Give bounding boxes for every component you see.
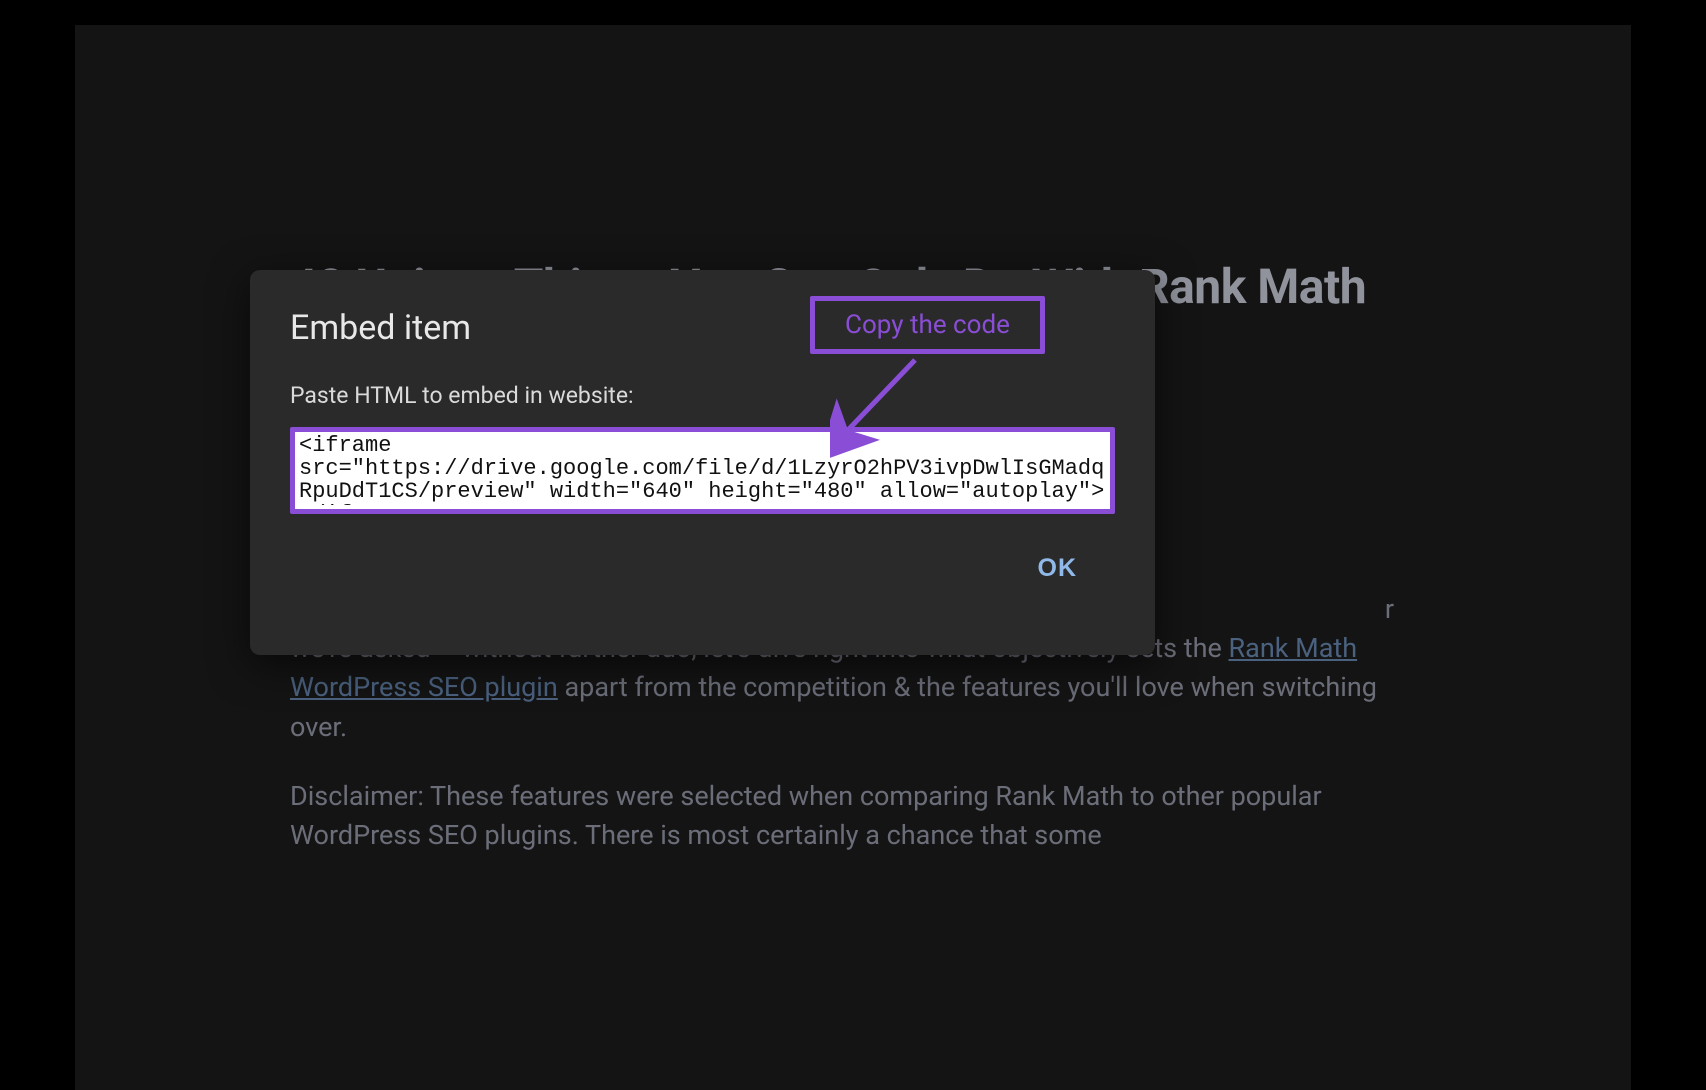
annotation-text: Copy the code: [845, 310, 1010, 340]
modal-actions: OK: [290, 546, 1115, 591]
annotation-copy-box: Copy the code: [810, 296, 1045, 354]
embed-code-wrap: [290, 427, 1115, 514]
modal-label: Paste HTML to embed in website:: [290, 382, 1115, 409]
embed-code-textarea[interactable]: [295, 432, 1110, 505]
ok-button[interactable]: OK: [1020, 546, 1096, 591]
